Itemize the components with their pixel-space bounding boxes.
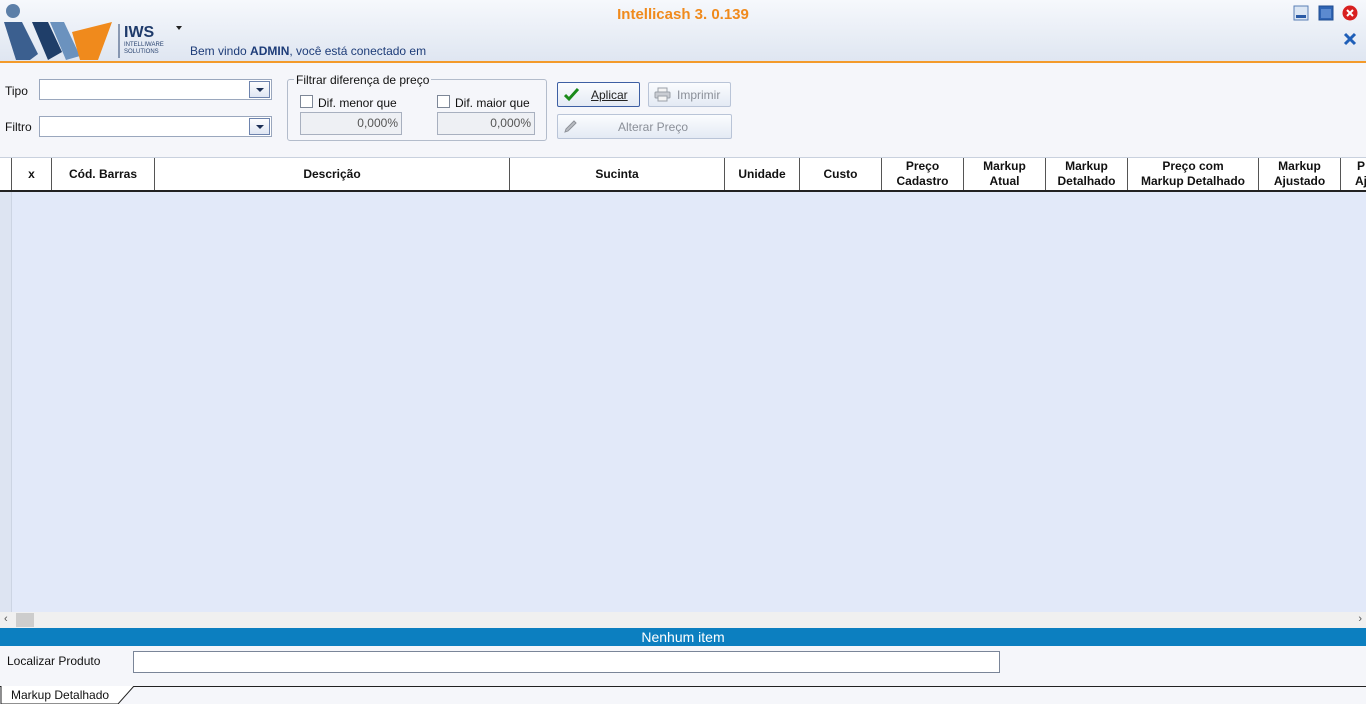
column-header-markup-detalhado[interactable]: Markup Detalhado	[1046, 158, 1128, 190]
close-window-icon[interactable]	[1342, 5, 1358, 21]
column-header-markup-ajustado[interactable]: Markup Ajustado	[1259, 158, 1341, 190]
app-header: IWS INTELLIWARE SOLUTIONS Bem vindo ADMI…	[0, 0, 1366, 63]
scroll-left-icon[interactable]: ‹	[4, 613, 8, 625]
localizar-produto-input[interactable]	[133, 651, 1000, 673]
welcome-message: Bem vindo ADMIN, você está conectado em	[190, 44, 426, 58]
dif-menor-label: Dif. menor que	[318, 96, 397, 110]
column-header-preco-markup-detalhado[interactable]: Preço com Markup Detalhado	[1128, 158, 1259, 190]
dif-menor-input[interactable]: 0,000%	[300, 112, 402, 135]
welcome-prefix: Bem vindo	[190, 44, 251, 58]
alterar-preco-label: Alterar Preço	[618, 120, 689, 134]
logo-subtitle-line1: INTELLIWARE	[124, 42, 164, 48]
dif-maior-label: Dif. maior que	[455, 96, 530, 110]
row-indicator-column	[0, 192, 12, 612]
scroll-thumb[interactable]	[16, 613, 34, 627]
column-header-preco-cadastro[interactable]: Preço Cadastro	[882, 158, 964, 190]
column-header-sucinta[interactable]: Sucinta	[510, 158, 725, 190]
grid-status-bar: Nenhum item	[0, 628, 1366, 646]
column-header-markup-atual[interactable]: Markup Atual	[964, 158, 1046, 190]
dif-maior-checkbox[interactable]	[437, 95, 450, 108]
scroll-right-icon[interactable]: ›	[1358, 613, 1362, 625]
tab-markup-detalhado-label: Markup Detalhado	[11, 688, 110, 702]
column-header-custo[interactable]: Custo	[800, 158, 882, 190]
chevron-down-icon[interactable]	[249, 118, 270, 135]
products-grid[interactable]: x Cód. Barras Descrição Sucinta Unidade …	[0, 157, 1366, 628]
grid-header: x Cód. Barras Descrição Sucinta Unidade …	[0, 158, 1366, 192]
welcome-suffix: , você está conectado em	[289, 44, 427, 58]
column-header-x[interactable]: x	[12, 158, 52, 190]
price-difference-group-title: Filtrar diferença de preço	[294, 73, 432, 87]
filtro-select[interactable]	[39, 116, 272, 137]
printer-icon	[654, 87, 671, 102]
aplicar-label: Aplicar	[591, 88, 628, 102]
column-header-unidade[interactable]: Unidade	[725, 158, 800, 190]
app-title: Intellicash 3. 0.139	[617, 6, 749, 23]
aplicar-button[interactable]: Aplicar	[557, 82, 640, 107]
tab-strip-line	[0, 686, 1366, 687]
tipo-select[interactable]	[39, 79, 272, 100]
chevron-down-icon[interactable]	[249, 81, 270, 98]
column-header-preco-ajustado[interactable]: P Aj	[1341, 158, 1366, 190]
maximize-icon[interactable]	[1318, 5, 1334, 21]
horizontal-scrollbar[interactable]: ‹ ›	[0, 612, 1366, 628]
dif-menor-checkbox[interactable]	[300, 95, 313, 108]
logo-menu-caret-icon[interactable]	[176, 26, 182, 30]
filtro-label: Filtro	[5, 120, 32, 134]
localizar-produto-label: Localizar Produto	[7, 654, 101, 668]
welcome-user: ADMIN	[250, 44, 290, 58]
tipo-label: Tipo	[5, 84, 28, 98]
logo-text: IWS	[124, 24, 155, 41]
pencil-icon	[564, 120, 577, 133]
column-header-descricao[interactable]: Descrição	[155, 158, 510, 190]
logo-subtitle: INTELLIWARE SOLUTIONS	[124, 42, 164, 56]
imprimir-button[interactable]: Imprimir	[648, 82, 731, 107]
minimize-icon[interactable]	[1293, 5, 1309, 21]
alterar-preco-button[interactable]: Alterar Preço	[557, 114, 732, 139]
dif-maior-input[interactable]: 0,000%	[437, 112, 535, 135]
column-header-cod-barras[interactable]: Cód. Barras	[52, 158, 155, 190]
imprimir-label: Imprimir	[677, 88, 721, 102]
row-indicator-header	[0, 158, 12, 190]
close-document-icon[interactable]	[1342, 31, 1358, 47]
check-icon	[564, 87, 579, 102]
logo-subtitle-line2: SOLUTIONS	[124, 49, 159, 55]
